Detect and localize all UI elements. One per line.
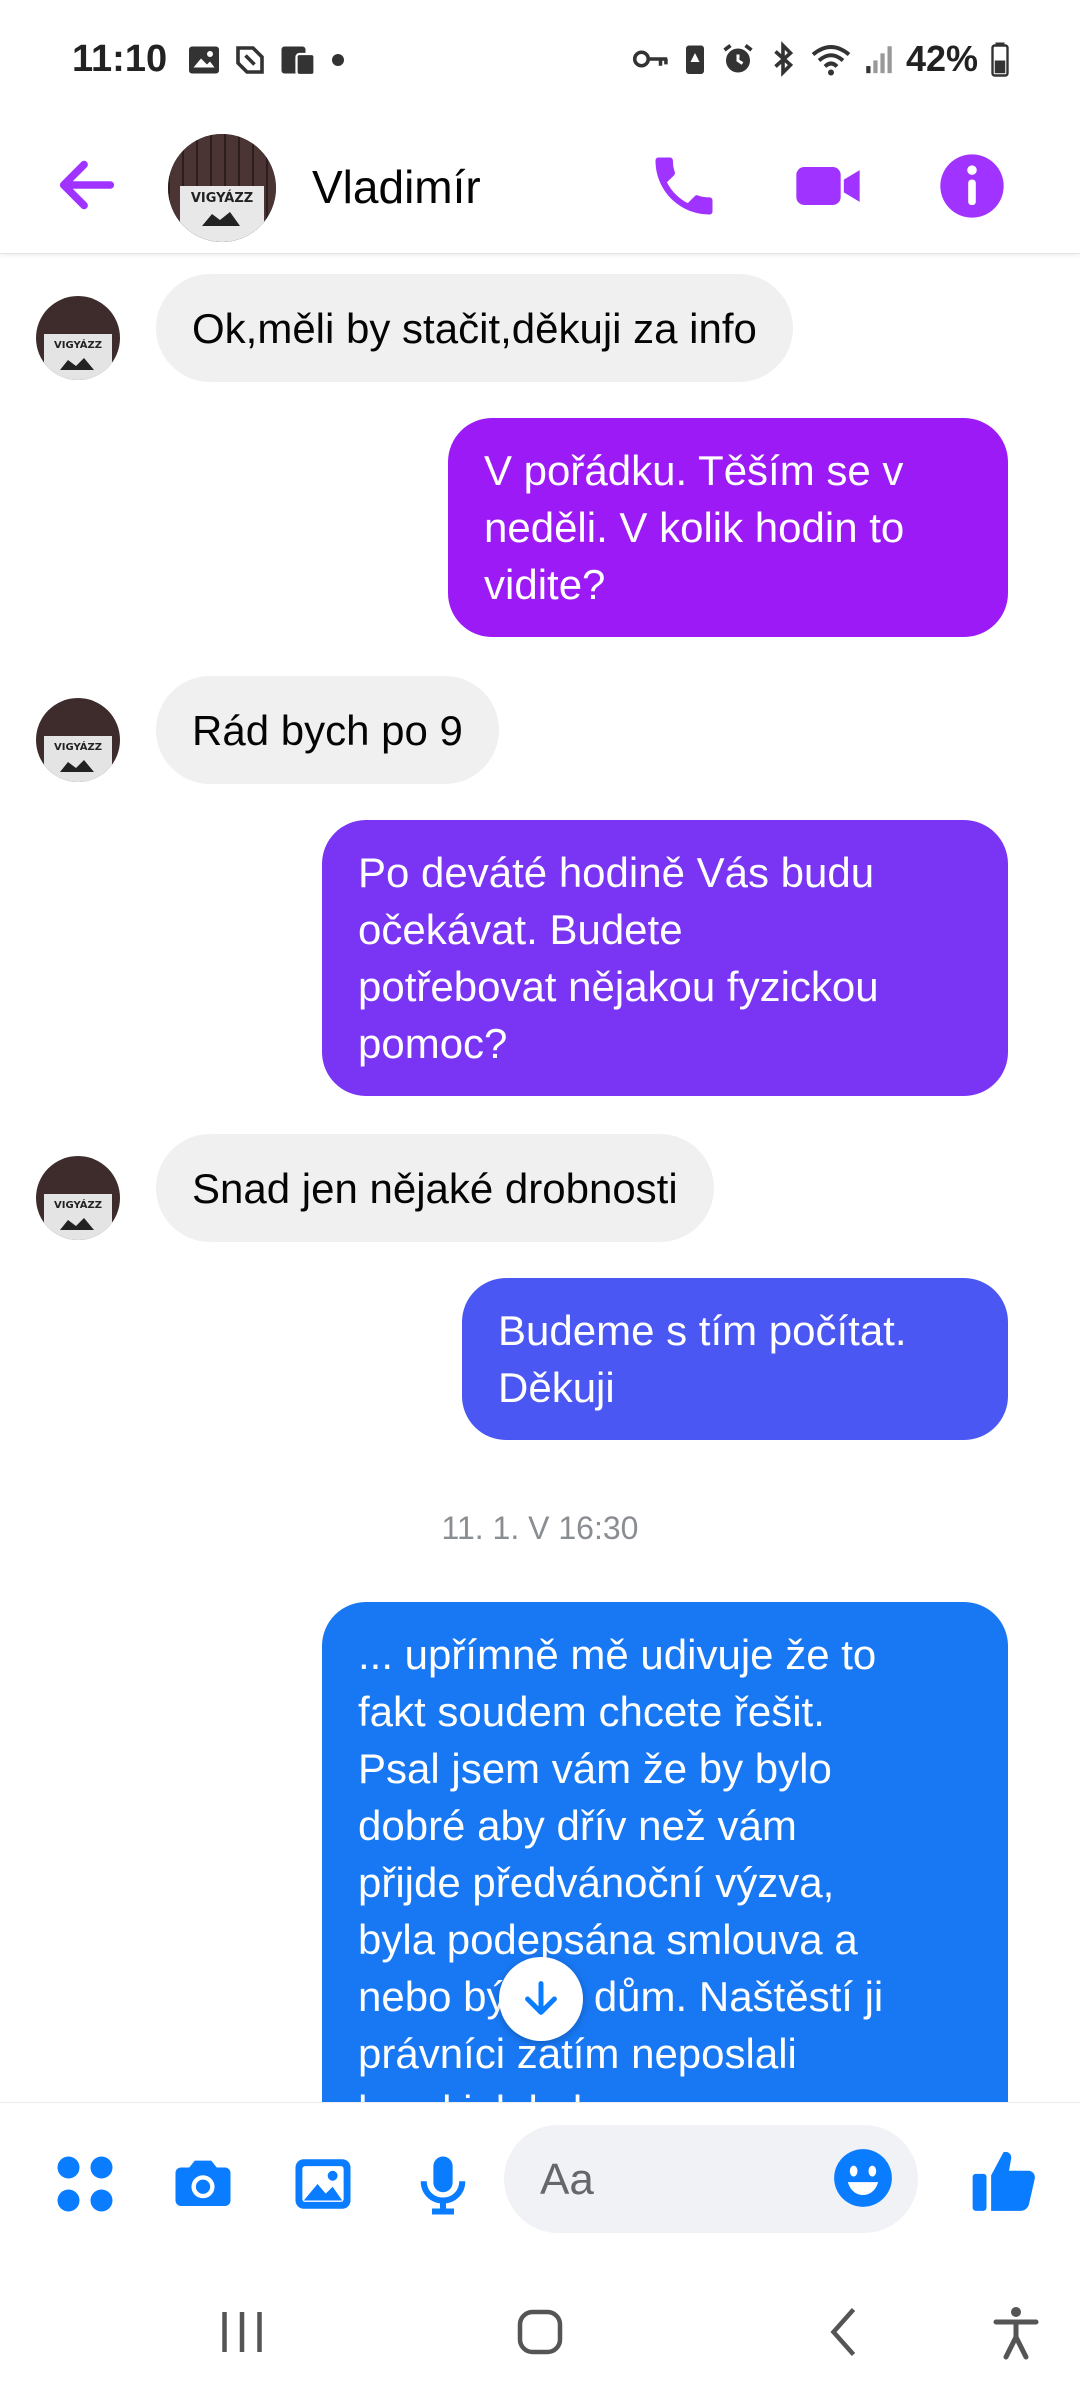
- status-bar: 11:10 42%: [0, 0, 1080, 120]
- recent-apps-icon[interactable]: [212, 2302, 272, 2362]
- message-line: přijde předvánoční výzva,: [358, 1859, 835, 1906]
- back-arrow-icon[interactable]: [52, 150, 122, 220]
- message-line: hned jak bylo ...: [358, 2082, 972, 2102]
- status-time: 11:10: [72, 38, 168, 80]
- contact-name[interactable]: Vladimír: [312, 160, 481, 214]
- message-line: dobré aby dřív než vám: [358, 1802, 797, 1849]
- info-icon[interactable]: [934, 148, 1010, 224]
- sender-avatar[interactable]: VIGYÁZZ: [36, 698, 120, 782]
- status-notification-icons: [186, 42, 348, 78]
- thumbs-up-icon[interactable]: [968, 2143, 1042, 2217]
- incoming-message[interactable]: Ok,měli by stačit,děkuji za info: [156, 274, 793, 382]
- message-composer: Aa: [0, 2102, 1080, 2258]
- outgoing-message[interactable]: V pořádku. Těším se v neděli. V kolik ho…: [448, 418, 1008, 637]
- key-icon: [632, 50, 668, 68]
- message-line: potřebovat nějakou fyzickou: [358, 963, 879, 1010]
- message-line: Budeme s tím počítat.: [498, 1307, 907, 1354]
- message-line: byla podepsána smlouva a: [358, 1916, 858, 1963]
- outgoing-message[interactable]: ... upřímně mě udivuje že to fakt soudem…: [322, 1602, 1008, 2102]
- message-line: V pořádku. Těším se v: [484, 447, 904, 494]
- message-line: vidite?: [484, 561, 606, 608]
- sender-avatar[interactable]: VIGYÁZZ: [36, 296, 120, 380]
- message-line: ... upřímně mě udivuje že to: [358, 1631, 877, 1678]
- dot-icon: [332, 54, 344, 66]
- camera-icon[interactable]: [170, 2151, 236, 2217]
- battery-icon: [991, 42, 1009, 77]
- message-line: pomoc?: [358, 1020, 508, 1067]
- alarm-icon: [723, 44, 753, 73]
- message-line: Děkuji: [498, 1364, 615, 1411]
- back-icon[interactable]: [816, 2302, 876, 2362]
- message-input-placeholder: Aa: [540, 2155, 594, 2204]
- message-line: fakt soudem chcete řešit.: [358, 1688, 825, 1735]
- message-timestamp: 11. 1. V 16:30: [441, 1510, 639, 1546]
- apps-icon[interactable]: [52, 2151, 118, 2217]
- message-text: Rád bych po 9: [192, 706, 463, 754]
- message-text: Ok,měli by stačit,děkuji za info: [192, 304, 757, 352]
- status-system-icons: 42%: [632, 38, 1010, 80]
- contact-avatar[interactable]: VIGYÁZZ: [168, 134, 276, 242]
- avatar-sign-text: VIGYÁZZ: [54, 338, 102, 351]
- wifi-icon: [811, 45, 851, 76]
- avatar-sign-text: VIGYÁZZ: [54, 740, 102, 753]
- accessibility-icon[interactable]: [986, 2302, 1046, 2362]
- message-text: Snad jen nějaké drobnosti: [192, 1164, 678, 1212]
- clipboard-icon: [281, 46, 316, 77]
- message-line: právníci zatím neposlali: [358, 2030, 797, 2077]
- conversation-header: VIGYÁZZ Vladimír: [0, 120, 1080, 254]
- video-call-icon[interactable]: [790, 148, 866, 224]
- nfc-icon: [236, 46, 264, 74]
- message-line: očekávat. Budete: [358, 906, 683, 953]
- battery-percentage: 42%: [905, 38, 978, 79]
- message-input[interactable]: Aa: [504, 2125, 918, 2233]
- emoji-icon[interactable]: [830, 2145, 896, 2211]
- image-icon: [189, 46, 219, 74]
- message-line: neděli. V kolik hodin to: [484, 504, 905, 551]
- signal-icon: [866, 46, 892, 74]
- message-line: Po deváté hodině Vás budu: [358, 849, 875, 896]
- message-list[interactable]: VIGYÁZZ Ok,měli by stačit,děkuji za info…: [0, 256, 1080, 2102]
- avatar-sign-text: VIGYÁZZ: [54, 1198, 102, 1211]
- arrow-down-icon: [525, 1981, 557, 2015]
- message-line: Psal jsem vám že by bylo: [358, 1745, 832, 1792]
- phone-call-icon[interactable]: [646, 148, 722, 224]
- message-line: nebo bývalý dům. Naštěstí ji: [358, 1973, 884, 2020]
- gallery-icon[interactable]: [290, 2151, 356, 2217]
- system-navigation-bar: [0, 2258, 1080, 2400]
- home-icon[interactable]: [510, 2302, 570, 2362]
- scroll-to-bottom-button[interactable]: [499, 1957, 583, 2041]
- bluetooth-icon: [774, 41, 794, 77]
- outgoing-message[interactable]: Po deváté hodině Vás budu očekávat. Bude…: [322, 820, 1008, 1096]
- outgoing-message[interactable]: Budeme s tím počítat. Děkuji: [462, 1278, 1008, 1440]
- battery-saver-icon: [685, 45, 704, 74]
- incoming-message[interactable]: Snad jen nějaké drobnosti: [156, 1134, 714, 1242]
- sender-avatar[interactable]: VIGYÁZZ: [36, 1156, 120, 1240]
- avatar-sign-text: VIGYÁZZ: [191, 190, 253, 206]
- incoming-message[interactable]: Rád bych po 9: [156, 676, 499, 784]
- microphone-icon[interactable]: [410, 2151, 476, 2217]
